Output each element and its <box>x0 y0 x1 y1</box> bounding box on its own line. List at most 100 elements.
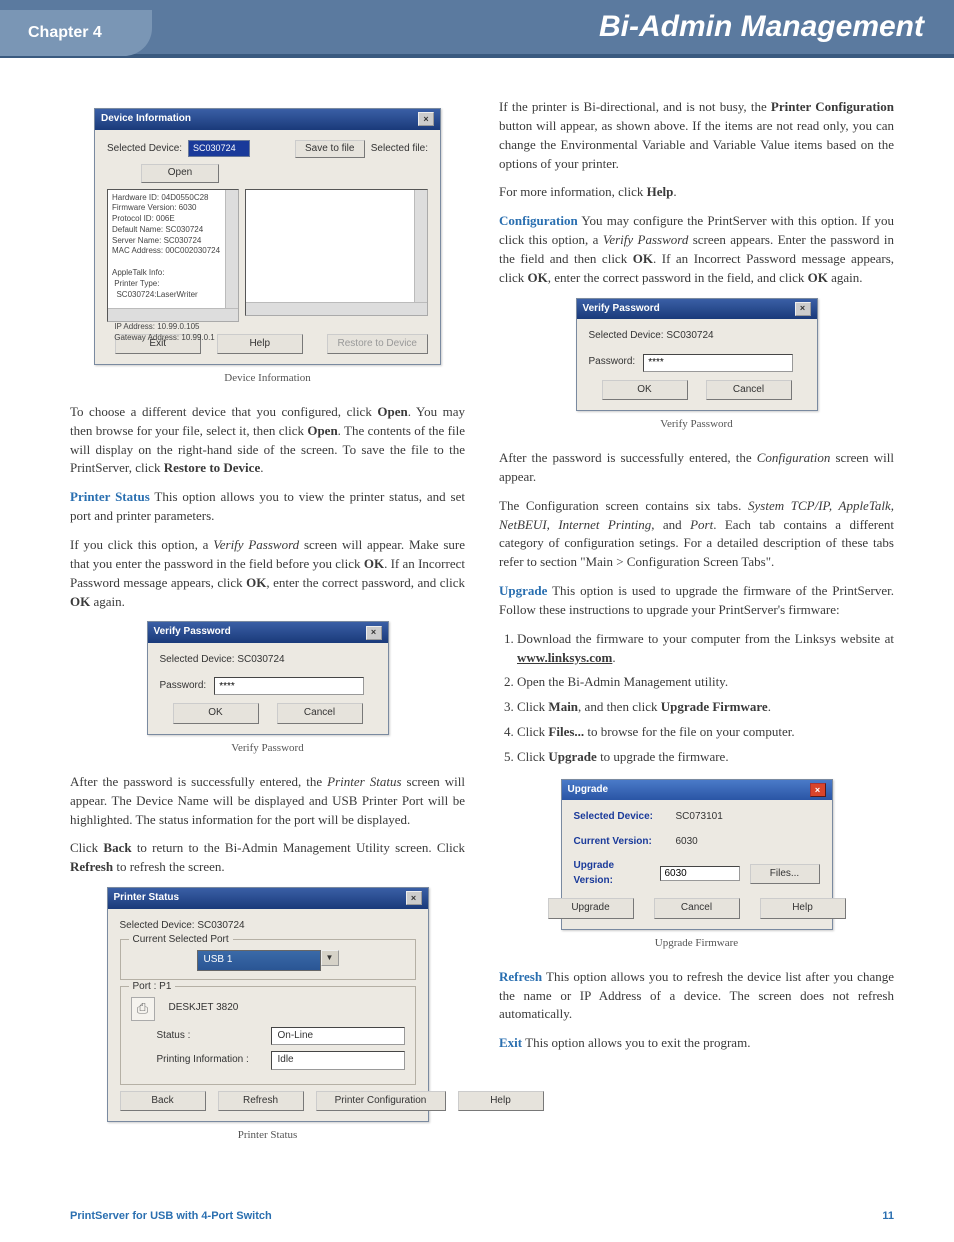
restore-to-device-button: Restore to Device <box>327 334 428 355</box>
figure-caption: Upgrade Firmware <box>499 936 894 952</box>
page-header: Chapter 4 Bi-Admin Management <box>0 0 954 58</box>
verify-password-dialog: Verify Password × Selected Device: SC030… <box>147 621 389 735</box>
body-text: Refresh This option allows you to refres… <box>499 968 894 1025</box>
printer-configuration-button[interactable]: Printer Configuration <box>316 1091 446 1112</box>
ok-button[interactable]: OK <box>173 703 259 724</box>
body-text: For more information, click Help. <box>499 183 894 202</box>
upgrade-steps-list: Download the firmware to your computer f… <box>517 630 894 767</box>
page-title: Bi-Admin Management <box>599 10 924 44</box>
dialog-title: Verify Password <box>583 302 660 317</box>
close-icon[interactable]: × <box>406 891 422 905</box>
footer-page-number: 11 <box>882 1210 894 1222</box>
dialog-title: Device Information <box>101 112 191 127</box>
close-icon[interactable]: × <box>810 783 826 797</box>
selected-device-value: SC073101 <box>676 810 723 825</box>
upgrade-version-label: Upgrade Version: <box>574 859 650 888</box>
open-button[interactable]: Open <box>141 164 219 183</box>
file-contents-pane <box>245 189 428 316</box>
scrollbar-vertical[interactable] <box>414 190 427 303</box>
close-icon[interactable]: × <box>795 302 811 316</box>
refresh-button[interactable]: Refresh <box>218 1091 304 1112</box>
verify-password-dialog: Verify Password × Selected Device: SC030… <box>576 298 818 412</box>
figure-caption: Device Information <box>70 371 465 387</box>
body-text: If you click this option, a Verify Passw… <box>70 536 465 611</box>
printer-icon: ⎙ <box>131 997 155 1021</box>
body-text: Click Back to return to the Bi-Admin Man… <box>70 839 465 877</box>
group-label-current-port: Current Selected Port <box>129 933 233 948</box>
selected-device-text: Selected Device: SC030724 <box>589 329 805 344</box>
body-text: After the password is successfully enter… <box>70 773 465 830</box>
printer-status-dialog: Printer Status × Selected Device: SC0307… <box>107 887 429 1122</box>
body-text: If the printer is Bi-directional, and is… <box>499 98 894 173</box>
cancel-button[interactable]: Cancel <box>654 898 740 919</box>
password-field[interactable] <box>214 677 364 695</box>
section-heading-configuration: Configuration <box>499 213 578 228</box>
body-text: After the password is successfully enter… <box>499 449 894 487</box>
body-text: Upgrade This option is used to upgrade t… <box>499 582 894 620</box>
scrollbar-horizontal[interactable] <box>108 308 238 321</box>
current-version-label: Current Version: <box>574 835 666 850</box>
password-label: Password: <box>160 679 207 694</box>
device-information-dialog: Device Information × Selected Device: SC… <box>94 108 441 365</box>
status-label: Status : <box>157 1029 257 1044</box>
list-item: Open the Bi-Admin Management utility. <box>517 673 894 692</box>
selected-device-label: Selected Device: <box>574 810 666 825</box>
close-icon[interactable]: × <box>418 112 434 126</box>
dialog-title: Printer Status <box>114 891 180 906</box>
body-text: The Configuration screen contains six ta… <box>499 497 894 572</box>
files-button[interactable]: Files... <box>750 864 820 885</box>
dialog-title: Verify Password <box>154 625 231 640</box>
printing-info-label: Printing Information : <box>157 1053 257 1068</box>
figure-caption: Verify Password <box>499 417 894 433</box>
scrollbar-horizontal[interactable] <box>246 302 427 315</box>
right-column: If the printer is Bi-directional, and is… <box>499 98 894 1160</box>
selected-device-value: SC030724 <box>188 140 250 157</box>
cancel-button[interactable]: Cancel <box>277 703 363 724</box>
current-version-value: 6030 <box>676 835 698 850</box>
close-icon[interactable]: × <box>366 626 382 640</box>
help-button[interactable]: Help <box>760 898 846 919</box>
section-heading-printer-status: Printer Status <box>70 489 150 504</box>
footer-product: PrintServer for USB with 4-Port Switch <box>70 1210 272 1222</box>
figure-caption: Printer Status <box>70 1128 465 1144</box>
cancel-button[interactable]: Cancel <box>706 380 792 401</box>
ok-button[interactable]: OK <box>602 380 688 401</box>
section-heading-exit: Exit <box>499 1035 522 1050</box>
section-heading-refresh: Refresh <box>499 969 542 984</box>
linksys-link[interactable]: www.linksys.com <box>517 650 612 665</box>
selected-device-text: Selected Device: SC030724 <box>160 653 376 668</box>
printer-name: DESKJET 3820 <box>169 1001 239 1016</box>
selected-device-text: Selected Device: SC030724 <box>120 919 416 934</box>
chevron-down-icon[interactable]: ▼ <box>321 950 339 966</box>
password-label: Password: <box>589 355 636 370</box>
body-text: Printer Status This option allows you to… <box>70 488 465 526</box>
list-item: Download the firmware to your computer f… <box>517 630 894 668</box>
dialog-title: Upgrade <box>568 783 609 798</box>
left-column: Device Information × Selected Device: SC… <box>70 98 465 1160</box>
upgrade-button[interactable]: Upgrade <box>548 898 634 919</box>
upgrade-dialog: Upgrade × Selected Device: SC073101 Curr… <box>561 779 833 930</box>
selected-device-label: Selected Device: <box>107 142 182 157</box>
page-footer: PrintServer for USB with 4-Port Switch 1… <box>0 1200 954 1242</box>
status-value: On-Line <box>271 1027 405 1046</box>
list-item: Click Upgrade to upgrade the firmware. <box>517 748 894 767</box>
chapter-label: Chapter 4 <box>0 10 152 56</box>
body-text: Exit This option allows you to exit the … <box>499 1034 894 1053</box>
list-item: Click Main, and then click Upgrade Firmw… <box>517 698 894 717</box>
figure-caption: Verify Password <box>70 741 465 757</box>
save-to-file-button[interactable]: Save to file <box>295 140 365 159</box>
port-select[interactable]: USB 1 <box>197 950 321 971</box>
printing-info-value: Idle <box>271 1051 405 1070</box>
body-text: To choose a different device that you co… <box>70 403 465 478</box>
selected-file-label: Selected file: <box>371 142 428 157</box>
body-text: Configuration You may configure the Prin… <box>499 212 894 287</box>
scrollbar-vertical[interactable] <box>225 190 238 309</box>
device-details-text: Hardware ID: 04D0550C28 Firmware Version… <box>112 193 234 344</box>
section-heading-upgrade: Upgrade <box>499 583 547 598</box>
list-item: Click Files... to browse for the file on… <box>517 723 894 742</box>
device-details-pane: Hardware ID: 04D0550C28 Firmware Version… <box>107 189 239 322</box>
password-field[interactable] <box>643 354 793 372</box>
group-label-port: Port : P1 <box>129 980 176 995</box>
back-button[interactable]: Back <box>120 1091 206 1112</box>
upgrade-version-field[interactable] <box>660 866 740 881</box>
